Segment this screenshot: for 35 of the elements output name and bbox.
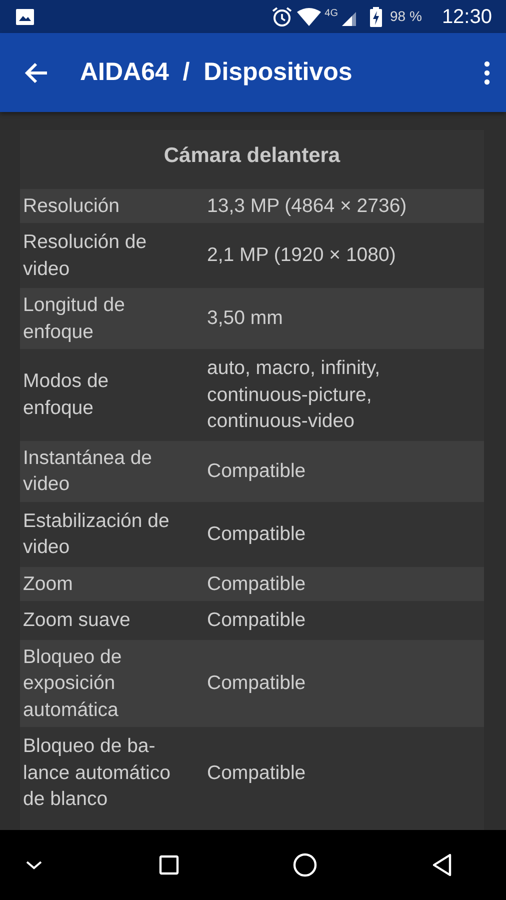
app-bar-title: AIDA64 / Dispositivos [80, 56, 352, 88]
property-label: Estabilización de video [23, 508, 170, 560]
property-value: Compatible [207, 458, 306, 484]
picture-icon [16, 8, 34, 24]
property-value: 2,1 MP (1920 × 1080) [207, 243, 396, 268]
property-label: Longitud de enfoque [23, 293, 126, 344]
battery-charging-icon [370, 6, 382, 26]
alarm-icon [270, 6, 293, 28]
battery-percent: 98 % [390, 7, 422, 26]
property-label: Zoom suave [23, 608, 132, 633]
back-arrow-icon[interactable] [24, 62, 48, 84]
property-value: auto, macro, infinity, continuous-picture, continuous-video [207, 356, 380, 434]
chevron-down-icon[interactable] [24, 859, 44, 871]
wifi-icon [296, 8, 321, 26]
property-label: Bloqueo de ba- lance automático de blanco [23, 734, 172, 812]
property-value: 13,3 MP (4864 × 2736) [207, 194, 407, 218]
network-type: 4G [324, 6, 338, 20]
back-triangle-icon[interactable] [432, 853, 452, 877]
section-title: Cámara delantera [162, 143, 342, 169]
property-label: Resolución [23, 194, 120, 218]
property-value: Compatible [207, 608, 306, 633]
property-value: Compatible [207, 671, 306, 696]
property-value: Compatible [207, 572, 306, 596]
clock-time: 12:30 [442, 4, 492, 30]
property-label: Bloqueo de exposición automática [23, 644, 123, 722]
more-options-icon[interactable] [484, 60, 490, 84]
property-label: Zoom [23, 572, 74, 596]
property-value: Compatible [207, 760, 306, 786]
recents-square-icon[interactable] [158, 855, 179, 875]
property-label: Resolución de video [23, 230, 148, 282]
home-circle-icon[interactable] [293, 853, 318, 877]
property-value: 3,50 mm [207, 306, 283, 332]
property-value: Compatible [207, 522, 306, 547]
property-label: Modos de enfoque [23, 369, 110, 421]
property-label: Instantánea de video [23, 446, 154, 497]
